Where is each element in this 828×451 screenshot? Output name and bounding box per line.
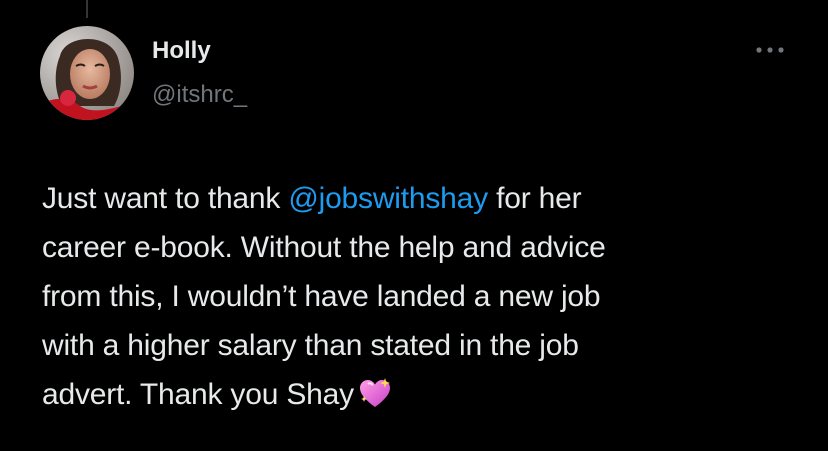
tweet-text-line: advert. Thank you Shay bbox=[42, 370, 812, 425]
avatar[interactable] bbox=[40, 26, 134, 120]
avatar-photo bbox=[40, 26, 134, 120]
more-horizontal-icon bbox=[756, 47, 784, 53]
thread-connector-line bbox=[86, 0, 88, 18]
tweet-text-line: from this, I wouldn’t have landed a new … bbox=[42, 280, 601, 313]
tweet-text-line: with a higher salary than stated in the … bbox=[42, 329, 579, 362]
more-options-button[interactable] bbox=[748, 38, 792, 62]
sparkling-heart-emoji-icon bbox=[358, 376, 392, 425]
tweet-text-line: career e-book. Without the help and advi… bbox=[42, 231, 606, 264]
author-display-name[interactable]: Holly bbox=[152, 36, 211, 66]
tweet-text: Just want to thank @jobswithshay for her… bbox=[42, 174, 812, 425]
author-handle[interactable]: @itshrc_ bbox=[152, 80, 247, 110]
tweet-text-line: Just want to thank @jobswithshay for her bbox=[42, 182, 582, 215]
mention-link[interactable]: @jobswithshay bbox=[288, 182, 488, 215]
